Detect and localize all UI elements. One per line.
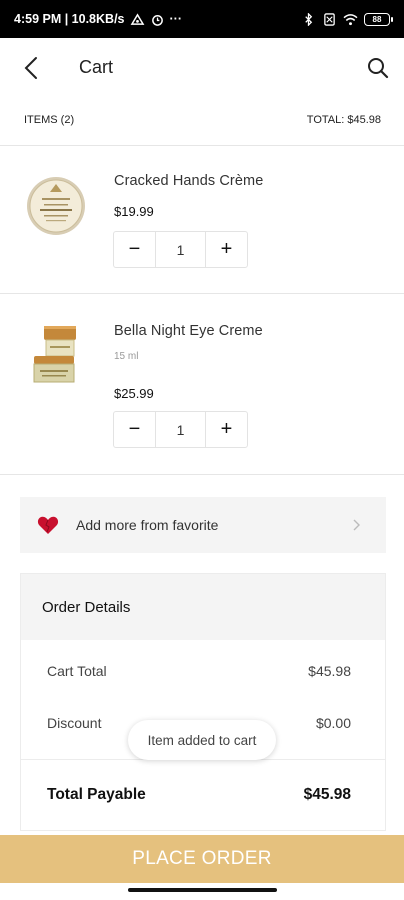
divider <box>0 474 404 475</box>
increase-quantity-button[interactable]: + <box>206 232 247 267</box>
quantity-value: 1 <box>155 412 206 447</box>
decrease-quantity-button[interactable]: − <box>114 412 155 447</box>
cream-jar-icon[interactable] <box>24 174 88 238</box>
total-payable-row: Total Payable $45.98 <box>47 786 351 804</box>
decrease-quantity-button[interactable]: − <box>114 232 155 267</box>
alarm-icon <box>151 14 163 26</box>
bluetooth-icon <box>305 12 313 26</box>
discount-value: $0.00 <box>315 715 351 731</box>
total-payable-label: Total Payable <box>47 786 146 803</box>
items-count: ITEMS (2) <box>24 114 75 126</box>
total-payable-value: $45.98 <box>303 786 351 803</box>
item-name[interactable]: Bella Night Eye Creme <box>114 323 263 339</box>
order-details-header: Order Details <box>21 574 385 640</box>
order-details-title: Order Details <box>42 599 131 616</box>
app-bar: Cart <box>0 38 404 98</box>
more-indicator: ··· <box>169 12 183 26</box>
eye-creme-jars-icon[interactable] <box>24 322 88 386</box>
wifi-icon <box>343 13 358 25</box>
item-variant: 15 ml <box>114 351 139 362</box>
favorite-label: Add more from favorite <box>76 517 219 533</box>
no-sim-icon <box>324 12 335 26</box>
battery-icon: 88 <box>364 12 393 26</box>
item-price: $25.99 <box>114 386 154 401</box>
increase-quantity-button[interactable]: + <box>206 412 247 447</box>
cart-total-value: $45.98 <box>308 663 351 679</box>
cart-item: Cracked Hands Crème $19.99 − 1 + <box>0 146 404 293</box>
vpn-icon <box>130 12 144 25</box>
discount-label: Discount <box>47 715 102 731</box>
cart-item: Bella Night Eye Creme 15 ml $25.99 − 1 + <box>0 294 404 474</box>
add-from-favorite-button[interactable]: Add more from favorite <box>20 497 386 553</box>
place-order-button[interactable]: PLACE ORDER <box>0 835 404 883</box>
quantity-stepper: − 1 + <box>113 411 248 448</box>
cart-summary: ITEMS (2) TOTAL: $45.98 <box>0 110 404 134</box>
status-time-speed: 4:59 PM | 10.8KB/s <box>14 12 125 26</box>
quantity-stepper: − 1 + <box>113 231 248 268</box>
chevron-left-icon <box>24 57 37 79</box>
cart-total-row: Cart Total $45.98 <box>47 663 351 679</box>
item-name[interactable]: Cracked Hands Crème <box>114 173 263 189</box>
order-details-card: Order Details Cart Total $45.98 Discount… <box>20 573 386 831</box>
status-bar: 4:59 PM | 10.8KB/s ··· 88 <box>0 0 404 38</box>
item-price: $19.99 <box>114 204 154 219</box>
toast-message: Item added to cart <box>128 720 276 760</box>
quantity-value: 1 <box>155 232 206 267</box>
page-title: Cart <box>79 57 114 77</box>
search-icon <box>368 58 389 79</box>
battery-level: 88 <box>372 14 382 24</box>
cart-total-label: Cart Total <box>47 663 107 679</box>
chevron-right-icon <box>353 519 360 531</box>
heart-icon <box>37 516 59 534</box>
back-button[interactable] <box>18 54 44 82</box>
cart-total-summary: TOTAL: $45.98 <box>306 114 381 126</box>
home-indicator[interactable] <box>128 888 277 892</box>
search-button[interactable] <box>364 54 392 82</box>
